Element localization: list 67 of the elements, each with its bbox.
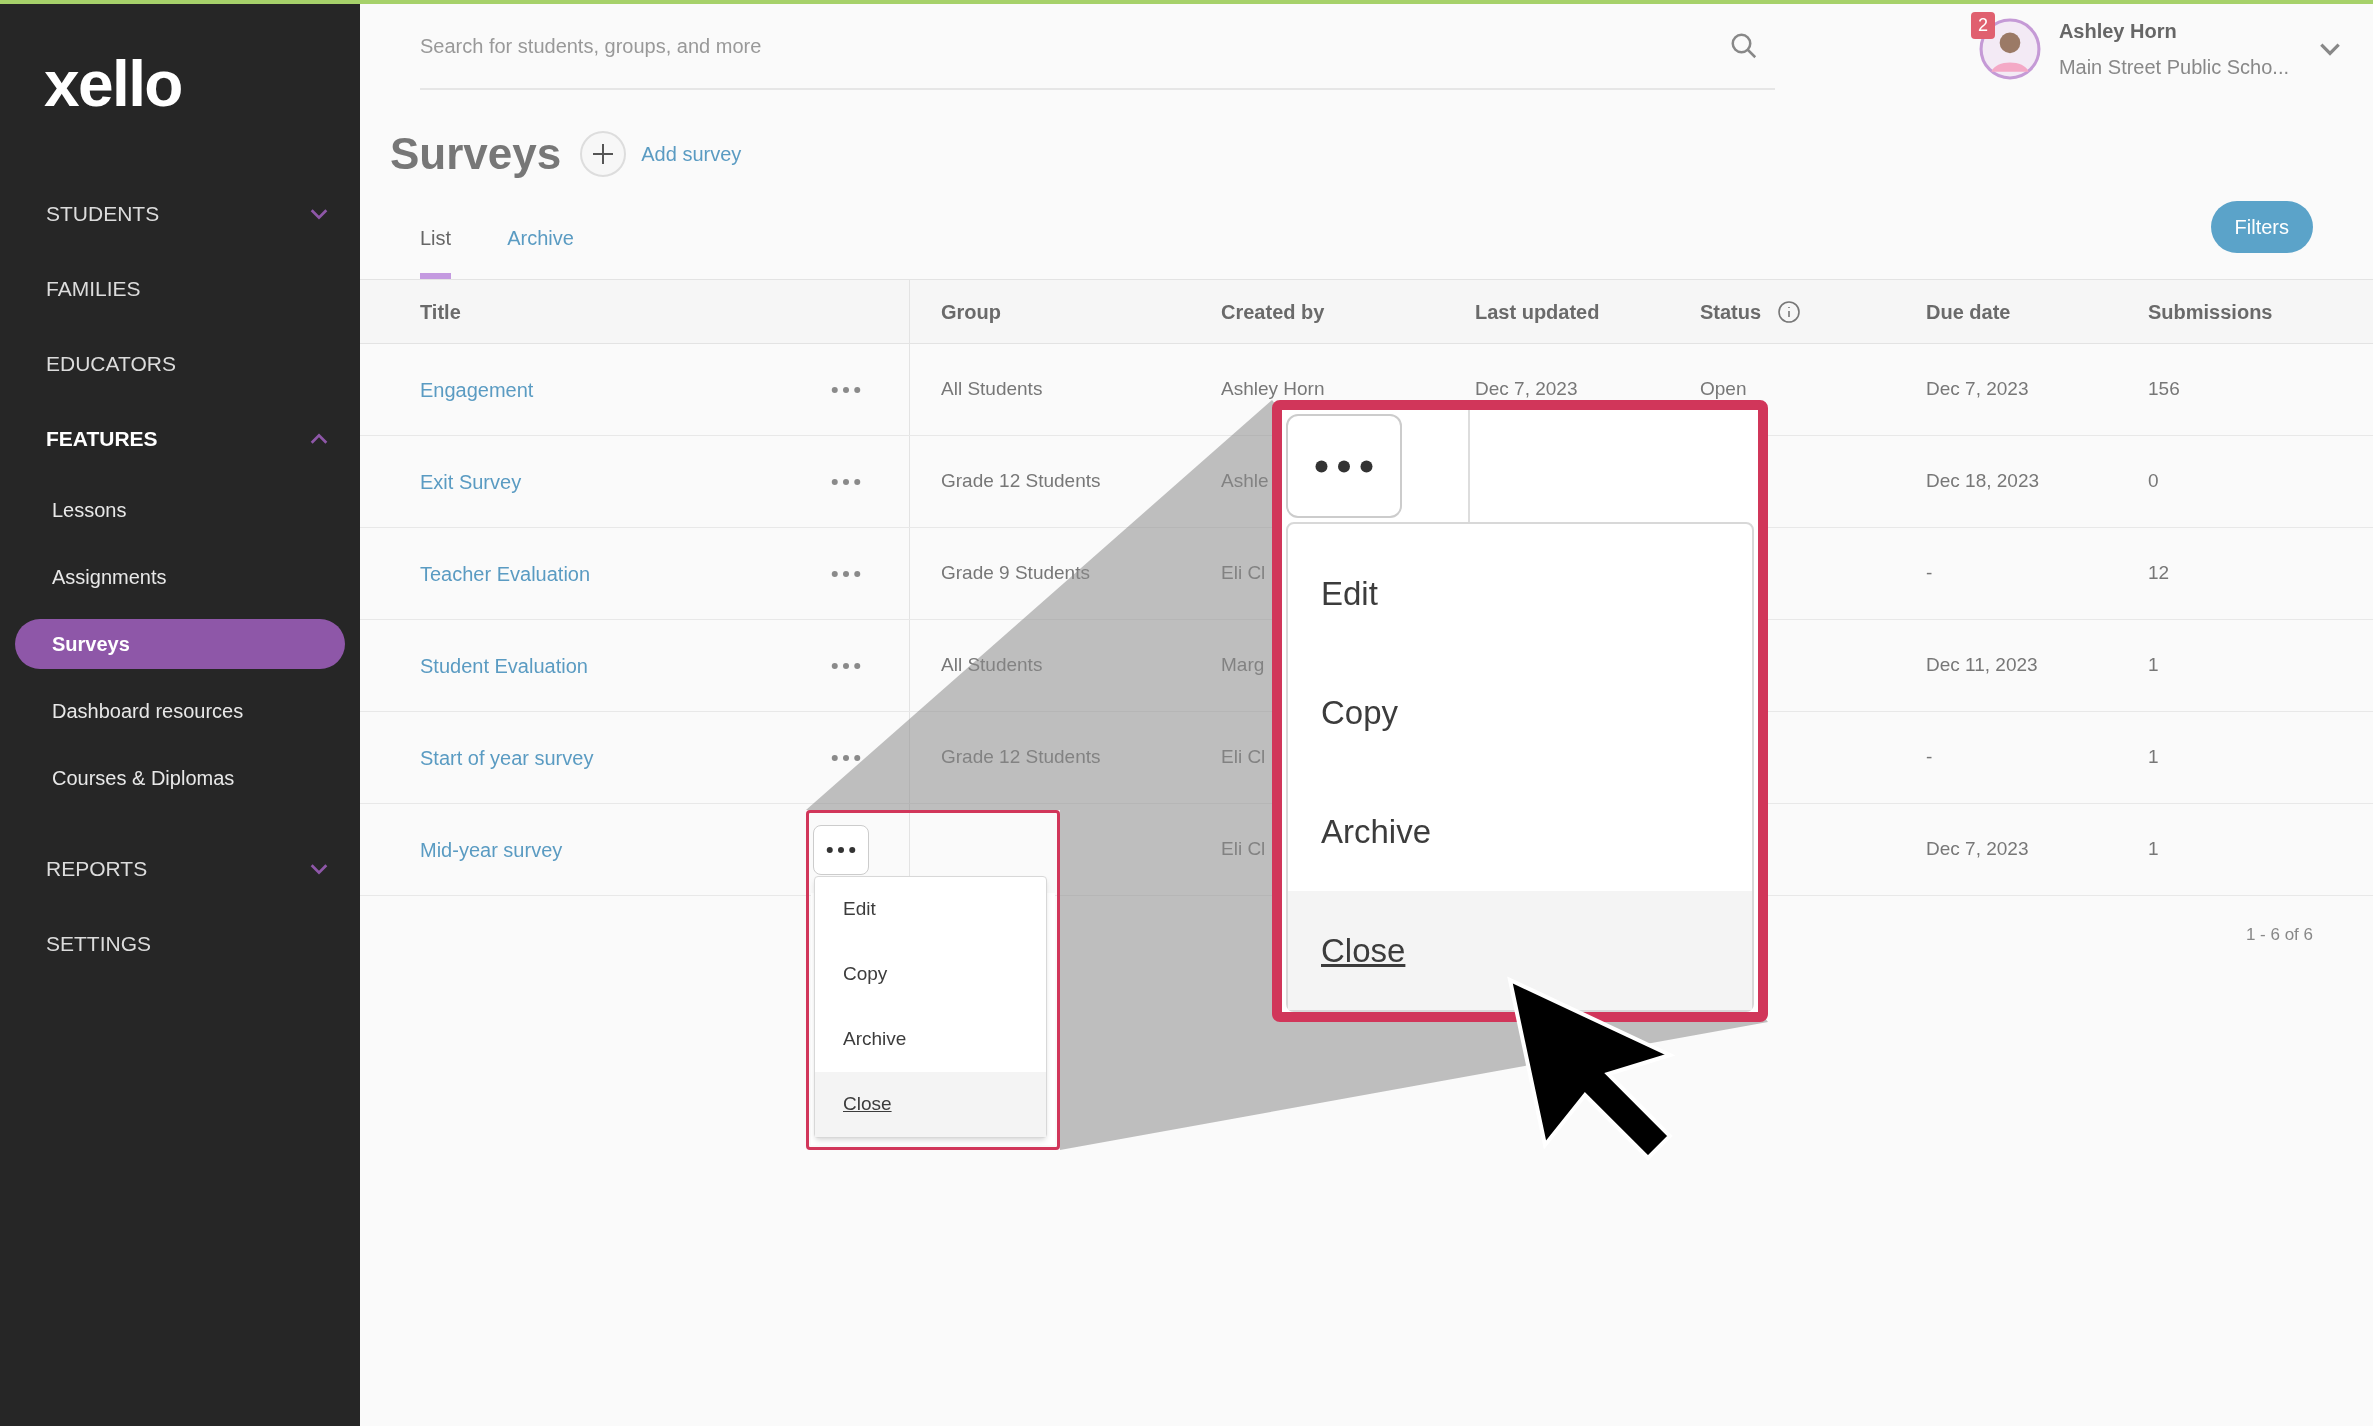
table-cell: Dec 7, 2023 xyxy=(1926,838,2029,860)
table-cell: All Students xyxy=(941,654,1043,676)
table-cell: Dec 11, 2023 xyxy=(1926,654,2038,676)
table-cell: - xyxy=(1926,562,1933,584)
table-cell: Dec 7, 2023 xyxy=(1926,378,2029,400)
table-cell: 1 xyxy=(2148,746,2159,768)
more-icon xyxy=(831,477,861,486)
nav-subitem[interactable]: Lessons xyxy=(15,484,345,535)
table-cell: 0 xyxy=(2148,470,2159,492)
more-button[interactable] xyxy=(1286,414,1402,518)
menu-item[interactable]: Copy xyxy=(1288,653,1752,772)
column-header: Created by xyxy=(1221,299,1325,325)
search-field[interactable]: Search for students, groups, and more xyxy=(420,4,1775,90)
more-icon xyxy=(826,845,856,854)
nav-subitem[interactable]: Courses & Diplomas xyxy=(15,752,345,803)
menu-item[interactable]: Archive xyxy=(1288,772,1752,891)
column-header: Title xyxy=(420,299,461,325)
column-header: Submissions xyxy=(2148,299,2273,325)
logo[interactable]: xello xyxy=(44,48,182,120)
nav-item[interactable]: STUDENTS xyxy=(0,176,360,251)
column-header: Last updated xyxy=(1475,299,1600,325)
table-cell: Dec 18, 2023 xyxy=(1926,470,2040,492)
table-cell: 1 xyxy=(2148,838,2159,860)
column-header: Status xyxy=(1700,299,1762,325)
nav-item[interactable]: REPORTS xyxy=(0,831,360,906)
table-cell: Ashle xyxy=(1221,470,1269,492)
column-header: Group xyxy=(941,299,1001,325)
column-header: Due date xyxy=(1926,299,2011,325)
user-name: Ashley Horn xyxy=(2058,19,2178,44)
table-cell: Open xyxy=(1700,378,1747,400)
pagination-label: 1 - 6 of 6 xyxy=(2245,924,2313,946)
nav-item[interactable]: FAMILIES xyxy=(0,251,360,326)
school-name: Main Street Public Scho... xyxy=(2058,55,2289,80)
table-cell: - xyxy=(1926,746,1933,768)
nav-item[interactable]: FEATURES xyxy=(0,401,360,476)
notification-badge: 2 xyxy=(1970,12,1995,39)
table-cell: Dec 7, 2023 xyxy=(1475,378,1578,400)
page-title: Surveys xyxy=(390,128,562,180)
more-icon xyxy=(831,753,861,762)
table-cell: Marg xyxy=(1221,654,1265,676)
nav-item[interactable]: EDUCATORS xyxy=(0,326,360,401)
table-cell: 156 xyxy=(2148,378,2180,400)
table-cell: Eli Cl xyxy=(1221,562,1266,584)
more-icon xyxy=(831,385,861,394)
more-button[interactable] xyxy=(813,824,869,875)
table-cell: Ashley Horn xyxy=(1221,378,1325,400)
nav-item[interactable]: SETTINGS xyxy=(0,906,360,981)
table-cell: Grade 9 Students xyxy=(941,562,1090,584)
table-cell: Grade 12 Students xyxy=(941,470,1101,492)
table-cell: 12 xyxy=(2148,562,2170,584)
table-cell: 1 xyxy=(2148,654,2159,676)
nav-subitem[interactable]: Surveys xyxy=(15,618,345,669)
plus-icon xyxy=(579,130,628,178)
table-cell: All Students xyxy=(941,378,1043,400)
menu-item[interactable]: Edit xyxy=(1288,534,1752,653)
menu-item[interactable]: Close xyxy=(1288,891,1752,1010)
search-icon[interactable] xyxy=(1729,31,1759,61)
more-icon xyxy=(831,569,861,578)
more-icon xyxy=(831,661,861,670)
table-cell: Eli Cl xyxy=(1221,746,1266,768)
table-cell: Eli Cl xyxy=(1221,838,1266,860)
nav-subitem[interactable]: Dashboard resources xyxy=(15,685,345,736)
more-icon xyxy=(1314,458,1374,474)
nav-subitem[interactable]: Assignments xyxy=(15,551,345,602)
info-icon[interactable] xyxy=(1777,299,1802,324)
search-input[interactable]: Search for students, groups, and more xyxy=(420,31,1320,61)
table-cell: Grade 12 Students xyxy=(941,746,1101,768)
